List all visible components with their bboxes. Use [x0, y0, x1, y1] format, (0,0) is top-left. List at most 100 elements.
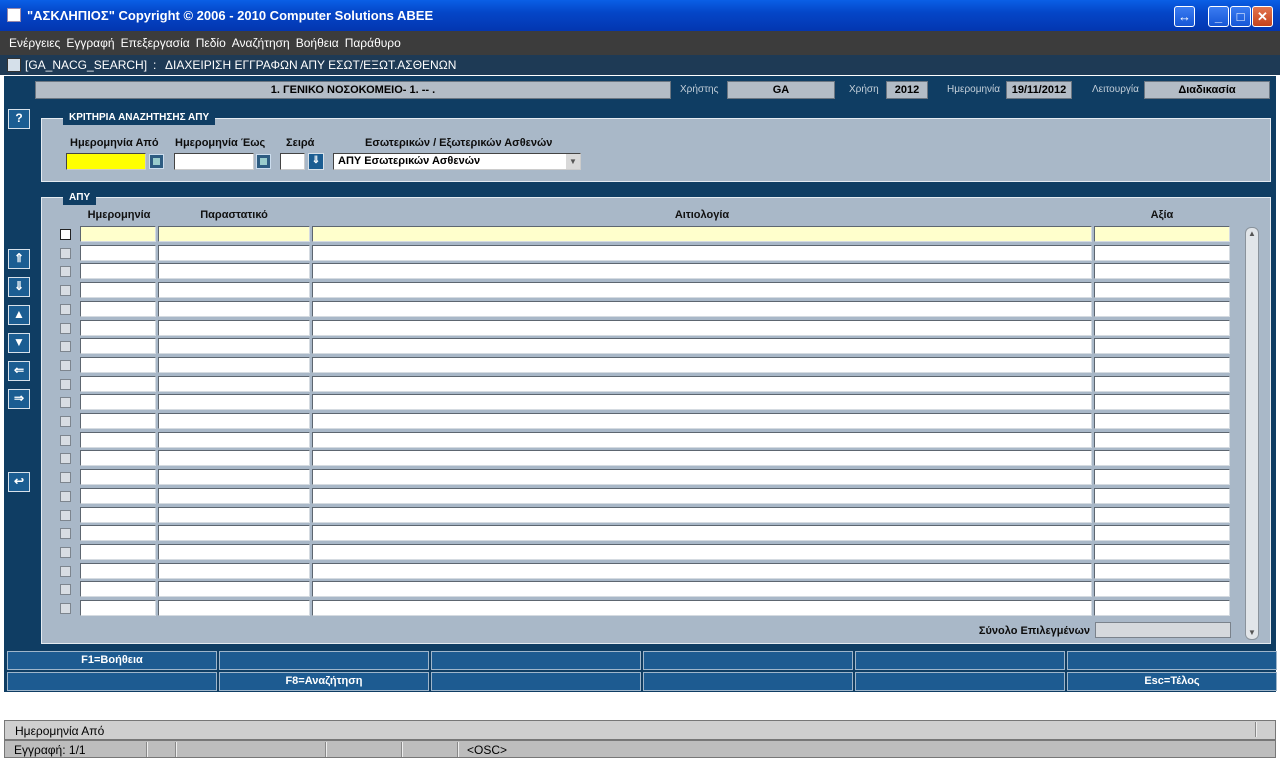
- table-row[interactable]: [42, 488, 1242, 505]
- menu-item[interactable]: Βοήθεια: [293, 31, 342, 55]
- value-cell[interactable]: [1094, 488, 1230, 504]
- date-cell[interactable]: [80, 263, 156, 279]
- chevron-down-icon[interactable]: ▼: [566, 154, 580, 169]
- document-cell[interactable]: [158, 525, 310, 541]
- patient-type-select[interactable]: ΑΠΥ Εσωτερικών Ασθενών ▼: [333, 153, 581, 170]
- value-cell[interactable]: [1094, 376, 1230, 392]
- last-record-icon[interactable]: ⇓: [8, 277, 30, 297]
- function-key-button[interactable]: F8=Αναζήτηση: [219, 672, 429, 691]
- document-cell[interactable]: [158, 338, 310, 354]
- row-checkbox[interactable]: [60, 453, 71, 464]
- table-row[interactable]: [42, 525, 1242, 542]
- document-cell[interactable]: [158, 263, 310, 279]
- row-checkbox[interactable]: [60, 528, 71, 539]
- date-from-input[interactable]: [66, 153, 146, 170]
- date-cell[interactable]: [80, 245, 156, 261]
- table-row[interactable]: [42, 338, 1242, 355]
- reason-cell[interactable]: [312, 544, 1092, 560]
- date-cell[interactable]: [80, 525, 156, 541]
- table-row[interactable]: [42, 600, 1242, 617]
- help-button[interactable]: ?: [8, 109, 30, 129]
- table-row[interactable]: [42, 450, 1242, 467]
- document-cell[interactable]: [158, 282, 310, 298]
- value-cell[interactable]: [1094, 581, 1230, 597]
- value-cell[interactable]: [1094, 357, 1230, 373]
- table-row[interactable]: [42, 376, 1242, 393]
- reason-cell[interactable]: [312, 301, 1092, 317]
- series-input[interactable]: [280, 153, 305, 170]
- function-key-button[interactable]: [219, 651, 429, 670]
- row-checkbox[interactable]: [60, 248, 71, 259]
- value-cell[interactable]: [1094, 469, 1230, 485]
- minimize-button[interactable]: _: [1208, 6, 1229, 27]
- first-record-icon[interactable]: ⇑: [8, 249, 30, 269]
- function-key-button[interactable]: [7, 672, 217, 691]
- row-checkbox[interactable]: [60, 379, 71, 390]
- document-cell[interactable]: [158, 507, 310, 523]
- row-checkbox[interactable]: [60, 435, 71, 446]
- date-to-input[interactable]: [174, 153, 254, 170]
- reason-cell[interactable]: [312, 394, 1092, 410]
- menu-item[interactable]: Παράθυρο: [342, 31, 404, 55]
- function-key-button[interactable]: F1=Βοήθεια: [7, 651, 217, 670]
- table-row[interactable]: [42, 432, 1242, 449]
- document-cell[interactable]: [158, 600, 310, 616]
- row-checkbox[interactable]: [60, 341, 71, 352]
- next-block-icon[interactable]: ⇒: [8, 389, 30, 409]
- date-cell[interactable]: [80, 544, 156, 560]
- table-row[interactable]: [42, 413, 1242, 430]
- value-cell[interactable]: [1094, 432, 1230, 448]
- close-button[interactable]: ✕: [1252, 6, 1273, 27]
- document-cell[interactable]: [158, 544, 310, 560]
- scroll-up-icon[interactable]: ▲: [1247, 229, 1257, 239]
- date-cell[interactable]: [80, 581, 156, 597]
- row-checkbox[interactable]: [60, 547, 71, 558]
- row-checkbox[interactable]: [60, 584, 71, 595]
- row-checkbox[interactable]: [60, 416, 71, 427]
- table-row[interactable]: [42, 320, 1242, 337]
- table-row[interactable]: [42, 507, 1242, 524]
- reason-cell[interactable]: [312, 525, 1092, 541]
- maximize-button[interactable]: □: [1230, 6, 1251, 27]
- row-checkbox[interactable]: [60, 510, 71, 521]
- date-cell[interactable]: [80, 507, 156, 523]
- table-row[interactable]: [42, 544, 1242, 561]
- function-key-button[interactable]: [855, 651, 1065, 670]
- row-checkbox[interactable]: [60, 360, 71, 371]
- row-checkbox[interactable]: [60, 603, 71, 614]
- value-cell[interactable]: [1094, 338, 1230, 354]
- value-cell[interactable]: [1094, 563, 1230, 579]
- document-cell[interactable]: [158, 450, 310, 466]
- date-cell[interactable]: [80, 469, 156, 485]
- reason-cell[interactable]: [312, 338, 1092, 354]
- reason-cell[interactable]: [312, 488, 1092, 504]
- function-key-button[interactable]: [643, 651, 853, 670]
- value-cell[interactable]: [1094, 301, 1230, 317]
- table-row[interactable]: [42, 282, 1242, 299]
- value-cell[interactable]: [1094, 413, 1230, 429]
- function-key-button[interactable]: [431, 651, 641, 670]
- row-checkbox[interactable]: [60, 304, 71, 315]
- table-row[interactable]: [42, 226, 1242, 243]
- reason-cell[interactable]: [312, 432, 1092, 448]
- menu-item[interactable]: Ενέργειες: [6, 31, 63, 55]
- row-checkbox[interactable]: [60, 397, 71, 408]
- value-cell[interactable]: [1094, 525, 1230, 541]
- date-cell[interactable]: [80, 376, 156, 392]
- date-cell[interactable]: [80, 563, 156, 579]
- table-row[interactable]: [42, 357, 1242, 374]
- reason-cell[interactable]: [312, 226, 1092, 242]
- reason-cell[interactable]: [312, 600, 1092, 616]
- reason-cell[interactable]: [312, 282, 1092, 298]
- document-cell[interactable]: [158, 413, 310, 429]
- value-cell[interactable]: [1094, 394, 1230, 410]
- row-checkbox[interactable]: [60, 472, 71, 483]
- row-checkbox[interactable]: [60, 229, 71, 240]
- reason-cell[interactable]: [312, 245, 1092, 261]
- previous-block-icon[interactable]: ⇐: [8, 361, 30, 381]
- value-cell[interactable]: [1094, 600, 1230, 616]
- row-checkbox[interactable]: [60, 285, 71, 296]
- table-row[interactable]: [42, 263, 1242, 280]
- reason-cell[interactable]: [312, 413, 1092, 429]
- value-cell[interactable]: [1094, 263, 1230, 279]
